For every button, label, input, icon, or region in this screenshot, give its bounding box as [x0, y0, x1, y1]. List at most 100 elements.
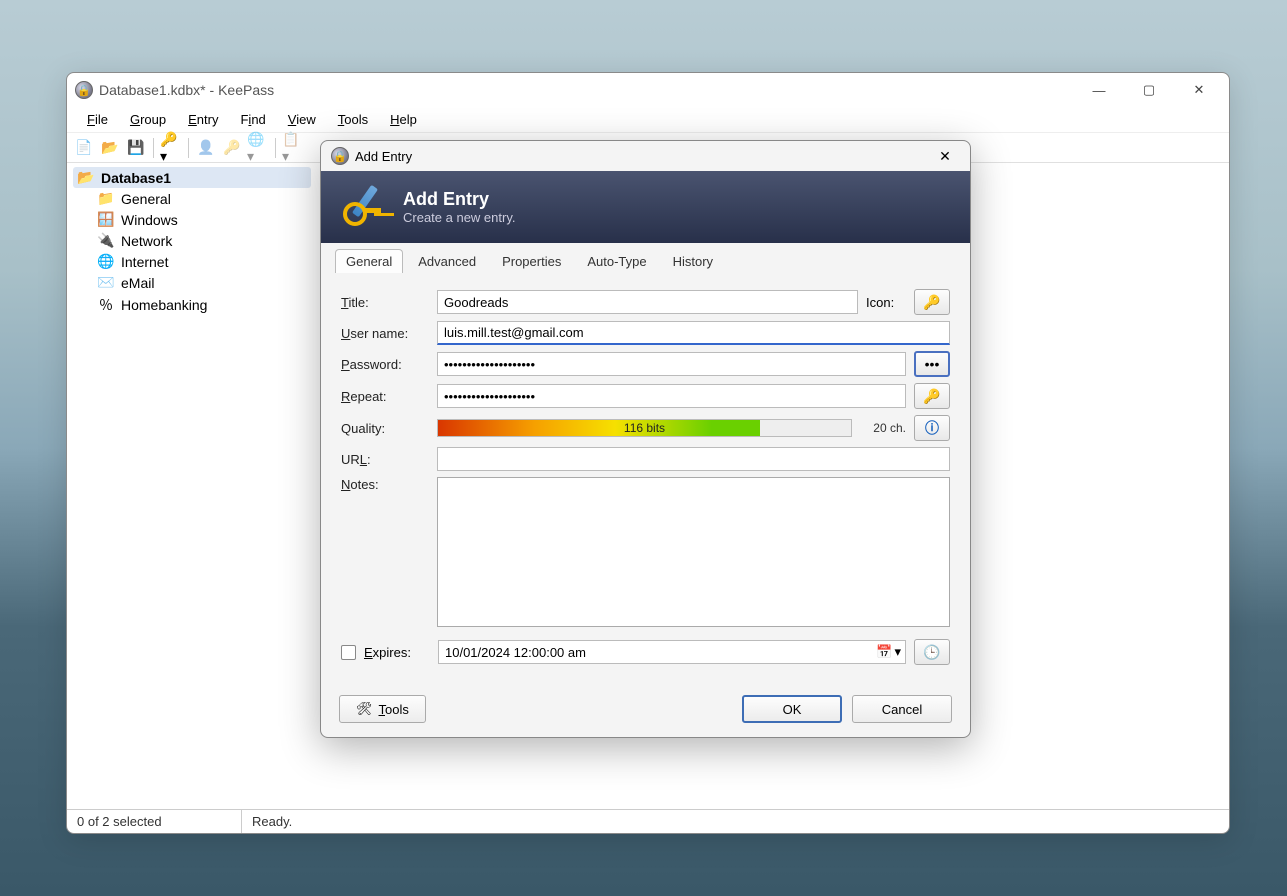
quality-info-button[interactable]: ⓘ	[914, 415, 950, 441]
notes-field[interactable]	[437, 477, 950, 627]
key-pencil-icon	[339, 182, 389, 232]
tree-item-network[interactable]: 🔌 Network	[93, 230, 311, 251]
clock-icon: 🕒	[923, 644, 940, 661]
menu-view[interactable]: View	[278, 109, 326, 130]
expires-checkbox[interactable]	[341, 645, 356, 660]
quality-bits: 116 bits	[438, 420, 851, 436]
globe-icon: 🌐	[97, 253, 115, 270]
minimize-button[interactable]: —	[1077, 76, 1121, 104]
label-expires: Expires:	[364, 645, 430, 660]
repeat-password-field[interactable]	[437, 384, 906, 408]
url-field[interactable]	[437, 447, 950, 471]
tree-item-general[interactable]: 📁 General	[93, 188, 311, 209]
ok-button[interactable]: OK	[742, 695, 842, 723]
dialog-header-subtitle: Create a new entry.	[403, 210, 515, 225]
toolbar-separator	[275, 138, 276, 158]
toolbar-url-icon[interactable]: 🌐▾	[247, 137, 269, 159]
dots-icon: •••	[925, 356, 940, 372]
toolbar-save-icon[interactable]: 💾	[125, 137, 147, 159]
key-icon: 🔑	[923, 294, 940, 311]
status-ready: Ready.	[242, 810, 302, 833]
main-titlebar: 🔒 Database1.kdbx* - KeePass — ▢ ✕	[67, 73, 1229, 107]
menubar: File Group Entry Find View Tools Help	[67, 107, 1229, 133]
tab-advanced[interactable]: Advanced	[407, 249, 487, 273]
info-icon: ⓘ	[925, 418, 939, 438]
mail-icon: ✉️	[97, 274, 115, 291]
label-url: URL:	[341, 452, 429, 467]
quality-char-count: 20 ch.	[860, 421, 906, 435]
generate-password-button[interactable]: 🔑	[914, 383, 950, 409]
tree-root[interactable]: 📂 Database1	[73, 167, 311, 188]
tree-item-label: eMail	[121, 275, 154, 291]
tools-button-label: Tools	[379, 702, 409, 717]
add-entry-dialog: 🔒 Add Entry ✕ Add Entry Create a new ent…	[320, 140, 971, 738]
password-field[interactable]	[437, 352, 906, 376]
network-icon: 🔌	[97, 232, 115, 249]
expires-value: 10/01/2024 12:00:00 am	[445, 645, 586, 660]
tree-item-internet[interactable]: 🌐 Internet	[93, 251, 311, 272]
tree-item-email[interactable]: ✉️ eMail	[93, 272, 311, 293]
tab-history[interactable]: History	[662, 249, 724, 273]
folder-icon: 📁	[97, 190, 115, 207]
windows-icon: 🪟	[97, 211, 115, 228]
label-quality: Quality:	[341, 421, 429, 436]
icon-picker-button[interactable]: 🔑	[914, 289, 950, 315]
dialog-titlebar: 🔒 Add Entry ✕	[321, 141, 970, 171]
menu-file[interactable]: File	[77, 109, 118, 130]
calendar-icon: 📅	[876, 644, 892, 660]
label-username: User name:	[341, 326, 429, 341]
tree-item-label: Homebanking	[121, 297, 207, 313]
folder-open-icon: 📂	[77, 169, 95, 186]
toolbar-separator	[188, 138, 189, 158]
tree-item-homebanking[interactable]: ％ Homebanking	[93, 293, 311, 317]
dialog-close-button[interactable]: ✕	[930, 145, 960, 167]
status-selection: 0 of 2 selected	[67, 810, 242, 833]
toolbar-addentry-icon[interactable]: 🔑▾	[160, 137, 182, 159]
toolbar-new-icon[interactable]: 📄	[73, 137, 95, 159]
toolbar-open-icon[interactable]: 📂	[99, 137, 121, 159]
close-button[interactable]: ✕	[1177, 76, 1221, 104]
tab-properties[interactable]: Properties	[491, 249, 572, 273]
keepass-app-icon: 🔒	[75, 81, 93, 99]
username-field[interactable]	[437, 321, 950, 345]
dialog-tabs: General Advanced Properties Auto-Type Hi…	[321, 243, 970, 273]
group-tree: 📂 Database1 📁 General 🪟 Windows 🔌 Networ…	[67, 163, 317, 321]
tree-item-label: General	[121, 191, 171, 207]
label-password: Password:	[341, 357, 429, 372]
key-gear-icon: 🔑	[923, 388, 940, 405]
tree-item-label: Internet	[121, 254, 168, 270]
cancel-button[interactable]: Cancel	[852, 695, 952, 723]
expires-preset-button[interactable]: 🕒	[914, 639, 950, 665]
tab-general[interactable]: General	[335, 249, 403, 273]
tree-item-label: Windows	[121, 212, 178, 228]
quality-bar: 116 bits	[437, 419, 852, 437]
lock-icon: 🔒	[331, 147, 349, 165]
percent-icon: ％	[97, 295, 115, 315]
main-window-title: Database1.kdbx* - KeePass	[99, 82, 1071, 98]
tab-autotype[interactable]: Auto-Type	[576, 249, 657, 273]
title-field[interactable]	[437, 290, 858, 314]
menu-entry[interactable]: Entry	[178, 109, 228, 130]
label-repeat: Repeat:	[341, 389, 429, 404]
tools-button[interactable]: 🛠 Tools	[339, 695, 426, 723]
dialog-footer: 🛠 Tools OK Cancel	[321, 685, 970, 737]
dialog-form: Title: Icon: 🔑 User name: Password: ••• …	[321, 273, 970, 685]
toolbar-copy-icon[interactable]: 📋▾	[282, 137, 304, 159]
toggle-password-visibility-button[interactable]: •••	[914, 351, 950, 377]
tree-item-windows[interactable]: 🪟 Windows	[93, 209, 311, 230]
tree-root-label: Database1	[101, 170, 171, 186]
tree-item-label: Network	[121, 233, 172, 249]
expires-datetime-field[interactable]: 10/01/2024 12:00:00 am 📅 ▾	[438, 640, 906, 664]
menu-help[interactable]: Help	[380, 109, 427, 130]
toolbar-copyuser-icon[interactable]: 👤	[195, 137, 217, 159]
menu-find[interactable]: Find	[230, 109, 275, 130]
label-title: Title:	[341, 295, 429, 310]
toolbar-copypass-icon[interactable]: 🔑	[221, 137, 243, 159]
maximize-button[interactable]: ▢	[1127, 76, 1171, 104]
tools-icon: 🛠	[356, 701, 373, 717]
menu-group[interactable]: Group	[120, 109, 176, 130]
chevron-down-icon: ▾	[894, 644, 901, 660]
menu-tools[interactable]: Tools	[328, 109, 378, 130]
dialog-header-title: Add Entry	[403, 189, 515, 210]
label-notes: Notes:	[341, 477, 429, 492]
